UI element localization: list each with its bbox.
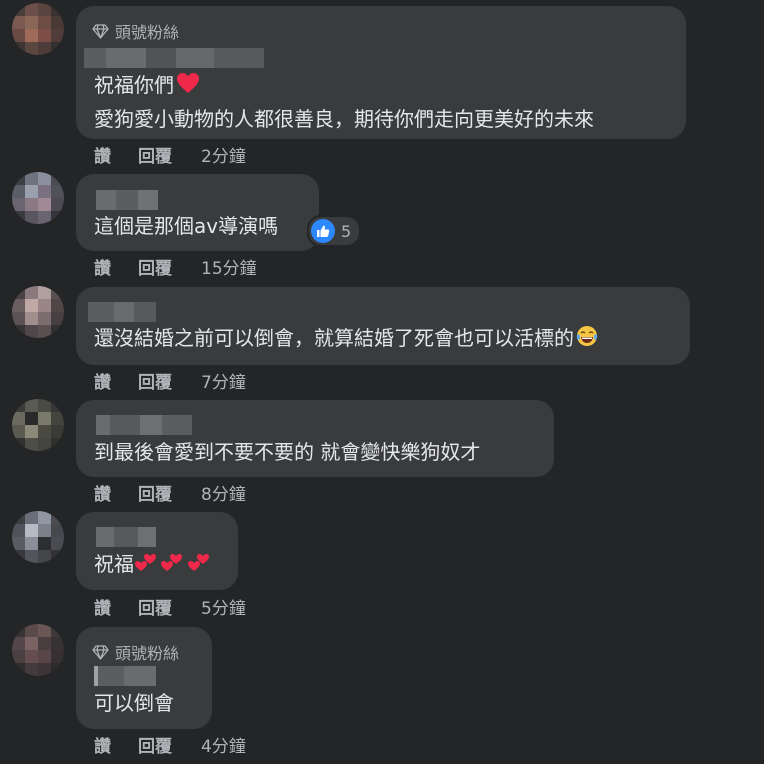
like-button[interactable]: 讚 (94, 480, 138, 505)
comment-line: 可以倒會 (94, 691, 174, 715)
reply-button[interactable]: 回覆 (138, 254, 201, 279)
comment-line: 還沒結婚之前可以倒會，就算結婚了死會也可以活標的 (94, 326, 574, 350)
timestamp[interactable]: 2分鐘 (201, 142, 246, 167)
comment-text: 到最後會愛到不要不要的 就會變快樂狗奴才 (94, 436, 480, 468)
author-name[interactable] (96, 190, 158, 210)
comment-text: 這個是那個av導演嗎 (94, 210, 278, 242)
avatar[interactable] (12, 3, 64, 55)
comment-actions: 讚 回覆 7分鐘 (94, 368, 246, 393)
thumbs-up-icon (311, 219, 335, 243)
comment-line: 愛狗愛小動物的人都很善良，期待你們走向更美好的未來 (94, 106, 594, 131)
red-heart-icon (176, 71, 200, 103)
like-button[interactable]: 讚 (94, 368, 138, 393)
comment-line: 祝福 (94, 552, 134, 576)
author-name[interactable] (88, 302, 156, 322)
tears-of-joy-icon (576, 324, 598, 356)
reaction-count: 5 (341, 221, 352, 241)
comment-actions: 讚 回覆 4分鐘 (94, 732, 246, 757)
comment-actions: 讚 回覆 15分鐘 (94, 254, 257, 279)
avatar[interactable] (12, 511, 64, 563)
comment-text: 祝福 (94, 548, 214, 582)
timestamp[interactable]: 7分鐘 (201, 368, 246, 393)
comment-bubble: 到最後會愛到不要不要的 就會變快樂狗奴才 (76, 400, 554, 477)
author-name[interactable] (96, 415, 192, 435)
top-fan-badge: 頭號粉絲 (92, 19, 179, 43)
like-button[interactable]: 讚 (94, 254, 138, 279)
reply-button[interactable]: 回覆 (138, 732, 201, 757)
avatar[interactable] (12, 399, 64, 451)
comment-line: 這個是那個av導演嗎 (94, 214, 279, 238)
avatar[interactable] (12, 172, 64, 224)
comment-line: 到最後會愛到不要不要的 就會變快樂狗奴才 (94, 440, 481, 464)
timestamp[interactable]: 8分鐘 (201, 480, 246, 505)
timestamp[interactable]: 5分鐘 (201, 594, 246, 619)
author-name[interactable] (96, 527, 156, 547)
author-name[interactable] (94, 666, 156, 686)
comment-text: 祝福你們 愛狗愛小動物的人都很善良，期待你們走向更美好的未來 (94, 69, 594, 135)
avatar[interactable] (12, 286, 64, 338)
reply-button[interactable]: 回覆 (138, 594, 201, 619)
reply-button[interactable]: 回覆 (138, 368, 201, 393)
timestamp[interactable]: 4分鐘 (201, 732, 246, 757)
comment-text: 可以倒會 (94, 687, 174, 719)
top-fan-badge: 頭號粉絲 (92, 640, 179, 664)
comment-bubble: 還沒結婚之前可以倒會，就算結婚了死會也可以活標的 (76, 287, 690, 365)
comment-actions: 讚 回覆 8分鐘 (94, 480, 246, 505)
author-name[interactable] (84, 48, 264, 68)
comment-line: 祝福你們 (94, 73, 174, 97)
comment-bubble: 這個是那個av導演嗎 (76, 174, 319, 251)
like-button[interactable]: 讚 (94, 732, 138, 757)
badge-label: 頭號粉絲 (115, 23, 180, 42)
reply-button[interactable]: 回覆 (138, 142, 201, 167)
like-button[interactable]: 讚 (94, 594, 138, 619)
diamond-icon (92, 644, 109, 660)
avatar[interactable] (12, 624, 64, 676)
reaction-summary[interactable]: 5 (307, 215, 362, 247)
diamond-icon (92, 23, 109, 39)
comment-actions: 讚 回覆 5分鐘 (94, 594, 246, 619)
comment-bubble: 祝福 (76, 512, 238, 590)
like-button[interactable]: 讚 (94, 142, 138, 167)
reply-button[interactable]: 回覆 (138, 480, 201, 505)
two-hearts-icon (134, 549, 214, 582)
badge-label: 頭號粉絲 (115, 644, 180, 663)
comment-actions: 讚 回覆 2分鐘 (94, 142, 246, 167)
timestamp[interactable]: 15分鐘 (201, 254, 257, 279)
comment-bubble: 頭號粉絲 祝福你們 愛狗愛小動物的人都很善良，期待你們走向更美好的未來 (76, 6, 686, 139)
comment-bubble: 頭號粉絲 可以倒會 (76, 627, 212, 729)
comment-text: 還沒結婚之前可以倒會，就算結婚了死會也可以活標的 (94, 322, 598, 356)
